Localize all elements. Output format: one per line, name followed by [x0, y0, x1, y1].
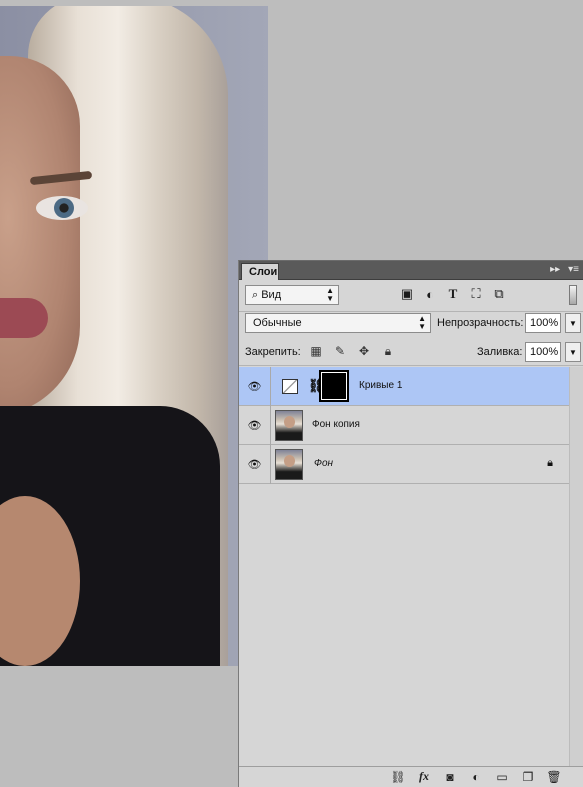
lock-row: Закрепить: ▦ ✎ ✥ 🔒︎ Заливка: 100% ▼ — [245, 341, 581, 365]
layer-row-background[interactable]: 👁︎ Фон 🔒︎ — [239, 445, 569, 484]
lock-icon: 🔒︎ — [547, 457, 553, 469]
layer-thumbnail[interactable] — [275, 410, 303, 441]
footer-icons: ⛓︎ fx ◙ ◐ ▭ ❐ 🗑︎ — [390, 769, 561, 784]
layer-row-background-copy[interactable]: 👁︎ Фон копия — [239, 406, 569, 445]
image-icon[interactable]: ▣ — [399, 286, 415, 302]
divider — [239, 311, 583, 312]
opacity-dropdown-button[interactable]: ▼ — [565, 313, 581, 333]
panel-tab-bar: Слои ▸▸ ▾≡ — [239, 261, 583, 280]
blend-mode-value: Обычные — [253, 317, 302, 329]
new-layer-icon[interactable]: ❐ — [521, 769, 535, 784]
filter-kind-select[interactable]: ⌕ Вид ▲ ▼ — [245, 285, 339, 305]
document-canvas[interactable] — [0, 6, 268, 666]
trash-icon[interactable]: 🗑︎ — [546, 769, 561, 784]
panel-controls: ▸▸ ▾≡ — [550, 264, 579, 275]
collapse-icon[interactable]: ▸▸ — [550, 264, 560, 275]
lock-position-icon[interactable]: ✥ — [356, 343, 372, 359]
eye-icon: 👁︎ — [247, 420, 262, 432]
layer-mask-thumbnail[interactable] — [319, 370, 349, 402]
link-icon[interactable]: ⛓︎ — [390, 769, 405, 784]
lock-all-icon[interactable]: 🔒︎ — [380, 343, 396, 359]
layer-thumbnail[interactable] — [275, 449, 303, 480]
group-icon[interactable]: ▭ — [495, 769, 509, 784]
visibility-toggle[interactable]: 👁︎ — [239, 367, 271, 406]
visibility-toggle[interactable]: 👁︎ — [239, 445, 271, 484]
photo-lips — [0, 298, 48, 338]
tab-layers[interactable]: Слои — [241, 263, 279, 280]
photo-face — [0, 56, 80, 416]
blend-row: Обычные ▲ ▼ Непрозрачность: 100% ▼ — [245, 313, 581, 337]
eye-icon: 👁︎ — [247, 381, 262, 393]
lock-label: Закрепить: — [245, 346, 301, 358]
filter-toggle[interactable] — [569, 285, 577, 305]
visibility-toggle[interactable]: 👁︎ — [239, 406, 271, 445]
opacity-input[interactable]: 100% — [525, 313, 561, 333]
adjustment-icon[interactable]: ◐ — [422, 286, 438, 302]
layers-panel: Слои ▸▸ ▾≡ ⌕ Вид ▲ ▼ ▣ ◐ T ⛶ ⧉ Обычные ▲ ▼… — [238, 260, 583, 787]
filter-kind-label: Вид — [261, 289, 282, 301]
lock-icons: ▦ ✎ ✥ 🔒︎ — [308, 343, 396, 359]
select-arrows-icon: ▲ ▼ — [326, 286, 334, 303]
blend-mode-select[interactable]: Обычные ▲ ▼ — [245, 313, 431, 333]
fill-label: Заливка: — [477, 346, 523, 358]
search-icon: ⌕ — [252, 289, 262, 301]
layers-scrollbar[interactable] — [569, 367, 583, 766]
select-arrows-icon: ▲ ▼ — [418, 314, 426, 331]
new-adjustment-icon[interactable]: ◐ — [469, 769, 483, 784]
eye-icon: 👁︎ — [247, 459, 262, 471]
divider — [239, 365, 583, 366]
layer-row-curves[interactable]: 👁︎ ⛓︎ Кривые 1 — [239, 367, 569, 406]
layers-list: 👁︎ ⛓︎ Кривые 1 👁︎ Фон копия 👁︎ Фон 🔒︎ — [239, 367, 569, 484]
shape-icon[interactable]: ⛶ — [468, 286, 484, 302]
opacity-label: Непрозрачность: — [437, 317, 524, 329]
layer-name[interactable]: Кривые 1 — [359, 380, 402, 391]
lock-pixels-icon[interactable]: ✎ — [332, 343, 348, 359]
layer-name[interactable]: Фон — [314, 458, 333, 469]
fx-icon[interactable]: fx — [417, 769, 431, 784]
photo-eye — [36, 196, 88, 220]
panel-footer: ⛓︎ fx ◙ ◐ ▭ ❐ 🗑︎ — [239, 766, 583, 787]
mask-icon[interactable]: ◙ — [443, 769, 457, 784]
fill-dropdown-button[interactable]: ▼ — [565, 342, 581, 362]
filter-icons: ▣ ◐ T ⛶ ⧉ — [399, 286, 507, 302]
lock-transparency-icon[interactable]: ▦ — [308, 343, 324, 359]
fill-input[interactable]: 100% — [525, 342, 561, 362]
layer-name[interactable]: Фон копия — [312, 419, 360, 430]
smart-object-icon[interactable]: ⧉ — [491, 286, 507, 302]
panel-menu-icon[interactable]: ▾≡ — [568, 264, 579, 275]
filter-row: ⌕ Вид ▲ ▼ ▣ ◐ T ⛶ ⧉ — [245, 285, 577, 309]
curves-adjustment-icon[interactable] — [282, 379, 298, 394]
type-icon[interactable]: T — [445, 286, 461, 302]
